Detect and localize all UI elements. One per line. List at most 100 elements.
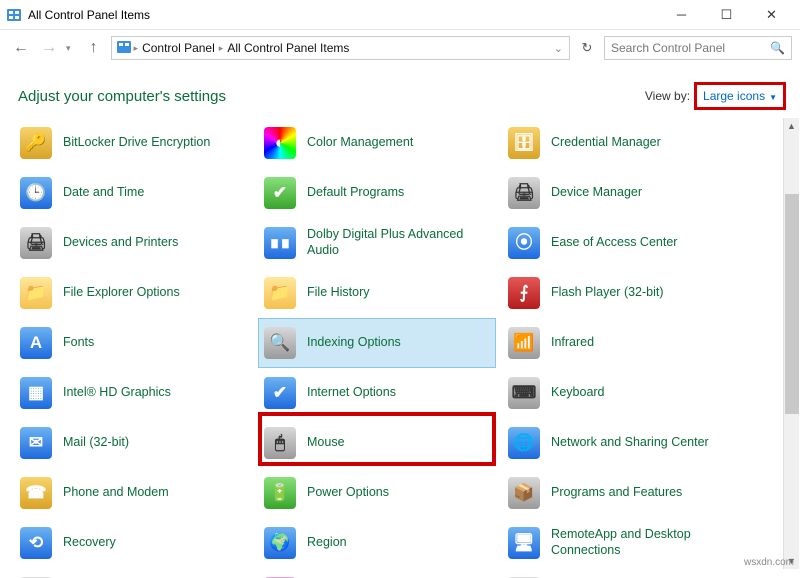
nav-bar: ← → ▾ ↑ ▸ Control Panel ▸ All Control Pa… xyxy=(0,30,800,66)
back-button[interactable]: ← xyxy=(10,37,32,59)
minimize-button[interactable]: ─ xyxy=(659,1,704,29)
item-icon: 🗄 xyxy=(507,126,541,160)
item-icon: ⦿ xyxy=(507,226,541,260)
viewby-label: View by: xyxy=(645,89,690,103)
cp-item-date-and-time[interactable]: 🕒 Date and Time xyxy=(14,168,252,218)
item-icon: ⟲ xyxy=(19,526,53,560)
item-icon: 📁 xyxy=(19,276,53,310)
address-bar[interactable]: ▸ Control Panel ▸ All Control Panel Item… xyxy=(111,36,570,60)
content-area: 🔑BitLocker Drive Encryption ◐ Color Manage… xyxy=(0,118,800,578)
cp-item-programs-and-features[interactable]: 📦Programs and Features xyxy=(502,468,740,518)
cp-item-phone-and-modem[interactable]: ☎ Phone and Modem xyxy=(14,468,252,518)
cp-item-internet-options[interactable]: ✔ Internet Options xyxy=(258,368,496,418)
item-icon: ☎ xyxy=(19,476,53,510)
item-label: Indexing Options xyxy=(307,335,401,351)
cp-item-file-explorer-options[interactable]: 📁 File Explorer Options xyxy=(14,268,252,318)
cp-item-region[interactable]: 🌍Region xyxy=(258,518,496,568)
cp-item-device-manager[interactable]: 🖨Device Manager xyxy=(502,168,740,218)
cp-item-flash-player-32-bit[interactable]: ⨍ Flash Player (32-bit) xyxy=(502,268,740,318)
item-label: Date and Time xyxy=(63,185,144,201)
item-label: Recovery xyxy=(63,535,116,551)
cp-item-intel-hd-graphics[interactable]: ▦ Intel® HD Graphics xyxy=(14,368,252,418)
breadcrumb-root[interactable]: Control Panel xyxy=(142,41,215,55)
item-icon: 📁 xyxy=(263,276,297,310)
item-icon: 🔋 xyxy=(263,476,297,510)
maximize-button[interactable]: ☐ xyxy=(704,1,749,29)
item-label: Intel® HD Graphics xyxy=(63,385,171,401)
cp-item-fonts[interactable]: AFonts xyxy=(14,318,252,368)
item-icon: ⨍ xyxy=(507,276,541,310)
item-label: Flash Player (32-bit) xyxy=(551,285,664,301)
cp-item-devices-and-printers[interactable]: 🖨Devices and Printers xyxy=(14,218,252,268)
cp-item-color-management[interactable]: ◐ Color Management xyxy=(258,118,496,168)
item-label: Keyboard xyxy=(551,385,605,401)
search-placeholder: Search Control Panel xyxy=(611,41,725,55)
title-bar: All Control Panel Items ─ ☐ ✕ xyxy=(0,0,800,30)
cp-item-remoteapp-and-desktop-connections[interactable]: 🖥RemoteApp and Desktop Connections xyxy=(502,518,740,568)
item-icon: 🔍 xyxy=(263,326,297,360)
window-title: All Control Panel Items xyxy=(28,8,659,22)
item-label: Default Programs xyxy=(307,185,404,201)
item-icon: 📦 xyxy=(507,476,541,510)
page-heading: Adjust your computer's settings xyxy=(18,88,645,105)
refresh-button[interactable]: ↻ xyxy=(576,37,598,59)
item-icon: ✉ xyxy=(19,426,53,460)
viewby-dropdown[interactable]: Large icons ▼ xyxy=(703,89,777,103)
chevron-down-icon: ▼ xyxy=(769,93,777,102)
item-label: Infrared xyxy=(551,335,594,351)
cp-item-dolby-digital-plus-advanced-audio[interactable]: ∎∎ Dolby Digital Plus Advanced Audio xyxy=(258,218,496,268)
item-label: File Explorer Options xyxy=(63,285,180,301)
breadcrumb-sep-icon[interactable]: ▸ xyxy=(134,43,139,54)
item-label: Phone and Modem xyxy=(63,485,169,501)
cp-item-recovery[interactable]: ⟲ Recovery xyxy=(14,518,252,568)
item-icon: 🖱 xyxy=(263,426,297,460)
item-icon: ◐ xyxy=(263,126,297,160)
item-icon: 🌍 xyxy=(263,526,297,560)
breadcrumb-sep-icon[interactable]: ▸ xyxy=(219,43,224,54)
viewby-value: Large icons xyxy=(703,89,765,103)
item-icon: 🖥 xyxy=(507,526,541,560)
scroll-thumb[interactable] xyxy=(785,194,799,414)
item-label: Dolby Digital Plus Advanced Audio xyxy=(307,227,477,258)
search-input[interactable]: Search Control Panel 🔍 xyxy=(604,36,792,60)
item-label: Ease of Access Center xyxy=(551,235,677,251)
cp-item-indexing-options[interactable]: 🔍 Indexing Options xyxy=(258,318,496,368)
cp-item-bitlocker-drive-encryption[interactable]: 🔑BitLocker Drive Encryption xyxy=(14,118,252,168)
cp-item-infrared[interactable]: 📶 Infrared xyxy=(502,318,740,368)
item-label: Device Manager xyxy=(551,185,642,201)
cp-item-mail-32-bit[interactable]: ✉Mail (32-bit) xyxy=(14,418,252,468)
item-label: Fonts xyxy=(63,335,94,351)
cp-item-network-and-sharing-center[interactable]: 🌐Network and Sharing Center xyxy=(502,418,740,468)
item-icon: ✔ xyxy=(263,376,297,410)
cp-item-default-programs[interactable]: ✔ Default Programs xyxy=(258,168,496,218)
scrollbar[interactable]: ▲ ▼ xyxy=(783,118,799,569)
cp-item-mouse[interactable]: 🖱 Mouse xyxy=(258,418,496,468)
forward-button[interactable]: → xyxy=(38,37,60,59)
viewby-highlight: Large icons ▼ xyxy=(694,82,786,110)
cp-item-ease-of-access-center[interactable]: ⦿ Ease of Access Center xyxy=(502,218,740,268)
item-label: Mouse xyxy=(307,435,345,451)
watermark: wsxdn.com xyxy=(744,557,794,568)
scroll-up-icon[interactable]: ▲ xyxy=(784,118,799,134)
control-panel-icon xyxy=(6,7,22,23)
item-icon: ∎∎ xyxy=(263,226,297,260)
search-icon: 🔍 xyxy=(770,41,785,55)
item-icon: ✔ xyxy=(263,176,297,210)
breadcrumb-current[interactable]: All Control Panel Items xyxy=(227,41,349,55)
history-dropdown-icon[interactable]: ▾ xyxy=(66,43,71,54)
cp-item-file-history[interactable]: 📁 File History xyxy=(258,268,496,318)
control-panel-icon xyxy=(116,39,132,58)
cp-item-keyboard[interactable]: ⌨Keyboard xyxy=(502,368,740,418)
item-icon: ▦ xyxy=(19,376,53,410)
item-label: File History xyxy=(307,285,370,301)
header-row: Adjust your computer's settings View by:… xyxy=(0,66,800,118)
up-button[interactable]: ↑ xyxy=(83,37,105,59)
address-dropdown-icon[interactable]: ⌄ xyxy=(554,42,563,55)
cp-item-credential-manager[interactable]: 🗄Credential Manager xyxy=(502,118,740,168)
item-label: Color Management xyxy=(307,135,413,151)
item-icon: 📶 xyxy=(507,326,541,360)
cp-item-power-options[interactable]: 🔋Power Options xyxy=(258,468,496,518)
item-icon: 🕒 xyxy=(19,176,53,210)
item-label: Internet Options xyxy=(307,385,396,401)
close-button[interactable]: ✕ xyxy=(749,1,794,29)
